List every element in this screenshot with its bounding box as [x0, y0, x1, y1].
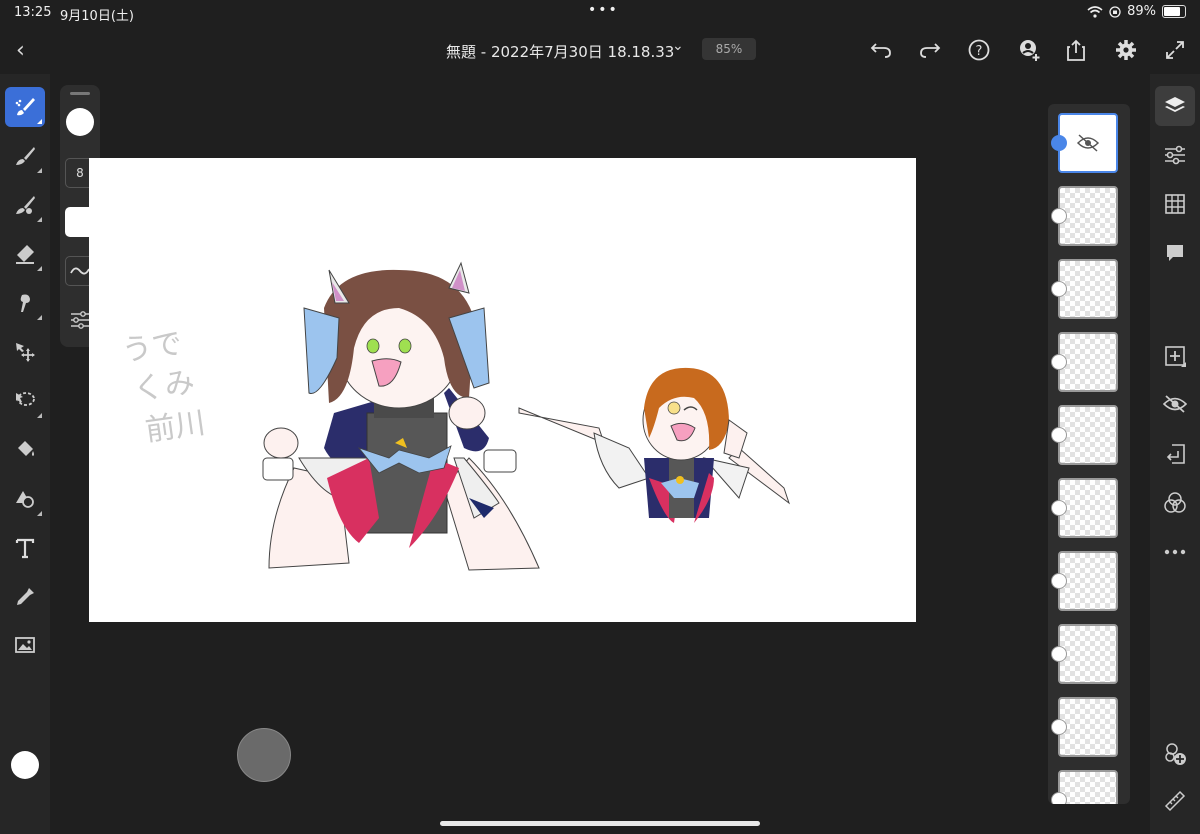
layer-grip-icon[interactable]: [1051, 427, 1067, 443]
layer-grip-icon[interactable]: [1051, 500, 1067, 516]
text-icon[interactable]: [5, 528, 45, 568]
eraser-icon[interactable]: [5, 234, 45, 274]
top-bar: ‹ 無題 - 2022年7月30日 18.18.33 ⌄ 85% ?: [0, 26, 1200, 74]
layer-thumbnail[interactable]: [1058, 624, 1118, 684]
hide-layer-icon[interactable]: [1155, 384, 1195, 424]
brush-size-value: 8: [76, 166, 84, 180]
layer-grip-icon[interactable]: [1051, 208, 1067, 224]
left-toolbar: [0, 74, 50, 834]
wifi-icon: [1087, 5, 1103, 18]
fullscreen-icon[interactable]: [1163, 38, 1187, 62]
status-time: 13:25: [14, 5, 52, 20]
floating-modifier-button[interactable]: [237, 728, 291, 782]
add-layer-icon[interactable]: [1155, 336, 1195, 376]
battery-percent: 89%: [1127, 4, 1156, 19]
panel-handle[interactable]: [70, 92, 90, 95]
comment-icon[interactable]: [1155, 233, 1195, 273]
share-icon[interactable]: [1064, 38, 1088, 62]
layers-panel: [1048, 104, 1130, 804]
layers-icon[interactable]: [1155, 86, 1195, 126]
brush-selection-icon[interactable]: [5, 87, 45, 127]
home-indicator[interactable]: [440, 821, 760, 826]
pixel-brush-icon[interactable]: [5, 185, 45, 225]
eyedropper-icon[interactable]: [5, 577, 45, 617]
drawing-canvas[interactable]: うでくみ前川: [89, 158, 916, 622]
add-asset-icon[interactable]: [1155, 734, 1195, 774]
layer-thumbnail[interactable]: [1058, 405, 1118, 465]
fill-icon[interactable]: [5, 430, 45, 470]
adjustments-icon[interactable]: [1155, 135, 1195, 175]
layer-thumbnail[interactable]: [1058, 186, 1118, 246]
color-swatch[interactable]: [11, 751, 39, 779]
layer-grip-icon[interactable]: [1051, 719, 1067, 735]
character-right: [518, 367, 790, 523]
blend-mode-icon[interactable]: [1155, 483, 1195, 523]
paint-brush-icon[interactable]: [5, 136, 45, 176]
right-toolbar: [1150, 74, 1200, 834]
layer-grip-icon[interactable]: [1051, 646, 1067, 662]
grid-icon[interactable]: [1155, 184, 1195, 224]
settings-gear-icon[interactable]: [1114, 38, 1138, 62]
orientation-lock-icon: [1109, 5, 1121, 18]
handwritten-note: うでくみ前川: [120, 324, 208, 450]
back-icon[interactable]: ‹: [16, 38, 25, 63]
battery-icon: [1162, 5, 1186, 18]
document-title[interactable]: 無題 - 2022年7月30日 18.18.33: [446, 41, 674, 62]
artwork: うでくみ前川: [120, 261, 790, 571]
brush-settings-icon[interactable]: [70, 311, 90, 329]
layer-thumbnail[interactable]: [1058, 478, 1118, 538]
status-date: 9月10日(土): [60, 9, 134, 24]
layer-thumbnail[interactable]: [1058, 332, 1118, 392]
status-bar: 13:25 9月10日(土) ••• 89%: [0, 0, 1200, 26]
multitasking-dots-icon[interactable]: •••: [588, 2, 619, 18]
chevron-down-icon[interactable]: ⌄: [672, 38, 684, 54]
svg-text:?: ?: [976, 44, 983, 59]
invite-icon[interactable]: [1017, 38, 1041, 62]
brush-preview-circle[interactable]: [66, 108, 94, 136]
layer-grip-icon[interactable]: [1051, 792, 1067, 804]
character-left: [262, 261, 540, 571]
layer-grip-icon[interactable]: [1051, 573, 1067, 589]
layer-thumbnail[interactable]: [1058, 551, 1118, 611]
layer-thumbnail[interactable]: [1058, 113, 1118, 173]
layer-thumbnail[interactable]: [1058, 770, 1118, 804]
lasso-icon[interactable]: [5, 381, 45, 421]
ruler-icon[interactable]: [1155, 781, 1195, 821]
smudge-icon[interactable]: [5, 283, 45, 323]
layer-grip-icon[interactable]: [1051, 281, 1067, 297]
image-icon[interactable]: [5, 625, 45, 665]
undo-icon[interactable]: [869, 38, 893, 62]
layer-grip-icon[interactable]: [1051, 354, 1067, 370]
zoom-level[interactable]: 85%: [702, 38, 756, 60]
help-icon[interactable]: ?: [967, 38, 991, 62]
redo-icon[interactable]: [918, 38, 942, 62]
shape-icon[interactable]: [5, 479, 45, 519]
layer-thumbnail[interactable]: [1058, 697, 1118, 757]
more-options-icon[interactable]: [1155, 532, 1195, 572]
layer-hidden-icon: [1076, 134, 1100, 152]
layer-grip-icon[interactable]: [1051, 135, 1067, 151]
move-icon[interactable]: [5, 332, 45, 372]
import-layer-icon[interactable]: [1155, 434, 1195, 474]
status-right: 89%: [1087, 4, 1186, 19]
layer-thumbnail[interactable]: [1058, 259, 1118, 319]
